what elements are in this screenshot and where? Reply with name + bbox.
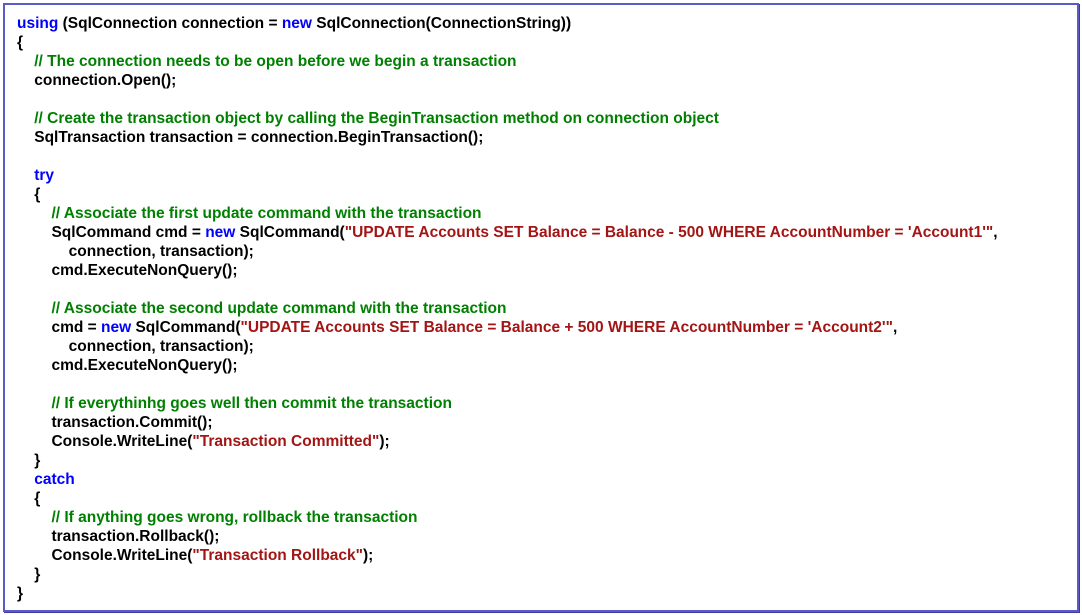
keyword-token: new bbox=[205, 224, 236, 241]
string-token: "Transaction Committed" bbox=[192, 433, 380, 450]
string-token: "UPDATE Accounts SET Balance = Balance +… bbox=[240, 319, 893, 336]
code-line: { bbox=[17, 33, 998, 52]
code-line: using (SqlConnection connection = new Sq… bbox=[17, 14, 998, 33]
code-line: connection, transaction); bbox=[17, 337, 998, 356]
code-block: using (SqlConnection connection = new Sq… bbox=[17, 14, 998, 603]
code-token: ); bbox=[363, 547, 374, 564]
code-token: connection, transaction); bbox=[17, 338, 254, 355]
code-line: // If anything goes wrong, rollback the … bbox=[17, 508, 998, 527]
code-token: transaction.Commit(); bbox=[17, 414, 213, 431]
code-token: Console.WriteLine( bbox=[17, 547, 193, 564]
code-token: cmd.ExecuteNonQuery(); bbox=[17, 357, 238, 374]
keyword-token: using bbox=[17, 15, 59, 32]
code-line: cmd.ExecuteNonQuery(); bbox=[17, 261, 998, 280]
code-line: } bbox=[17, 565, 998, 584]
code-token: Console.WriteLine( bbox=[17, 433, 193, 450]
string-token: "Transaction Rollback" bbox=[192, 547, 364, 564]
code-token: } bbox=[17, 566, 41, 583]
comment-token: // Associate the first update command wi… bbox=[17, 205, 482, 222]
code-line: // Associate the second update command w… bbox=[17, 299, 998, 318]
code-line: cmd.ExecuteNonQuery(); bbox=[17, 356, 998, 375]
code-line: // If everythinhg goes well then commit … bbox=[17, 394, 998, 413]
code-token: connection, transaction); bbox=[17, 243, 254, 260]
keyword-token: new bbox=[281, 15, 312, 32]
code-line: { bbox=[17, 489, 998, 508]
code-line: Console.WriteLine("Transaction Committed… bbox=[17, 432, 998, 451]
comment-token: // The connection needs to be open befor… bbox=[17, 53, 517, 70]
code-token: SqlCommand cmd = bbox=[17, 224, 206, 241]
code-line: connection, transaction); bbox=[17, 242, 998, 261]
code-token: } bbox=[17, 585, 24, 602]
code-token: { bbox=[17, 186, 41, 203]
code-token: { bbox=[17, 490, 41, 507]
code-token: } bbox=[17, 452, 41, 469]
code-line: transaction.Rollback(); bbox=[17, 527, 998, 546]
code-token: transaction.Rollback(); bbox=[17, 528, 220, 545]
code-line: connection.Open(); bbox=[17, 71, 998, 90]
code-token: SqlConnection(ConnectionString)) bbox=[311, 15, 572, 32]
code-token: { bbox=[17, 34, 24, 51]
code-token: SqlCommand( bbox=[235, 224, 345, 241]
comment-token: // If anything goes wrong, rollback the … bbox=[17, 509, 418, 526]
keyword-token: new bbox=[101, 319, 132, 336]
code-line: // The connection needs to be open befor… bbox=[17, 52, 998, 71]
code-token: SqlCommand( bbox=[131, 319, 241, 336]
code-token: cmd.ExecuteNonQuery(); bbox=[17, 262, 238, 279]
comment-token: // Associate the second update command w… bbox=[17, 300, 507, 317]
code-frame: using (SqlConnection connection = new Sq… bbox=[3, 3, 1079, 612]
code-token: SqlTransaction transaction = connection.… bbox=[17, 129, 484, 146]
code-token: ); bbox=[379, 433, 390, 450]
code-token: , bbox=[993, 224, 998, 241]
code-line: SqlTransaction transaction = connection.… bbox=[17, 128, 998, 147]
code-line: // Create the transaction object by call… bbox=[17, 109, 998, 128]
code-line: } bbox=[17, 584, 998, 603]
comment-token: // Create the transaction object by call… bbox=[17, 110, 719, 127]
code-line: transaction.Commit(); bbox=[17, 413, 998, 432]
code-line: cmd = new SqlCommand("UPDATE Accounts SE… bbox=[17, 318, 998, 337]
keyword-token: try bbox=[17, 167, 55, 184]
code-token: (SqlConnection connection = bbox=[58, 15, 282, 32]
code-line: { bbox=[17, 185, 998, 204]
code-line: catch bbox=[17, 470, 998, 489]
code-line: // Associate the first update command wi… bbox=[17, 204, 998, 223]
code-line: } bbox=[17, 451, 998, 470]
code-line: Console.WriteLine("Transaction Rollback"… bbox=[17, 546, 998, 565]
code-line: try bbox=[17, 166, 998, 185]
code-token: connection.Open(); bbox=[17, 72, 177, 89]
comment-token: // If everythinhg goes well then commit … bbox=[17, 395, 452, 412]
code-token: cmd = bbox=[17, 319, 101, 336]
keyword-token: catch bbox=[17, 471, 75, 488]
code-token: , bbox=[892, 319, 898, 336]
string-token: "UPDATE Accounts SET Balance = Balance -… bbox=[344, 224, 994, 241]
code-line: SqlCommand cmd = new SqlCommand("UPDATE … bbox=[17, 223, 998, 242]
